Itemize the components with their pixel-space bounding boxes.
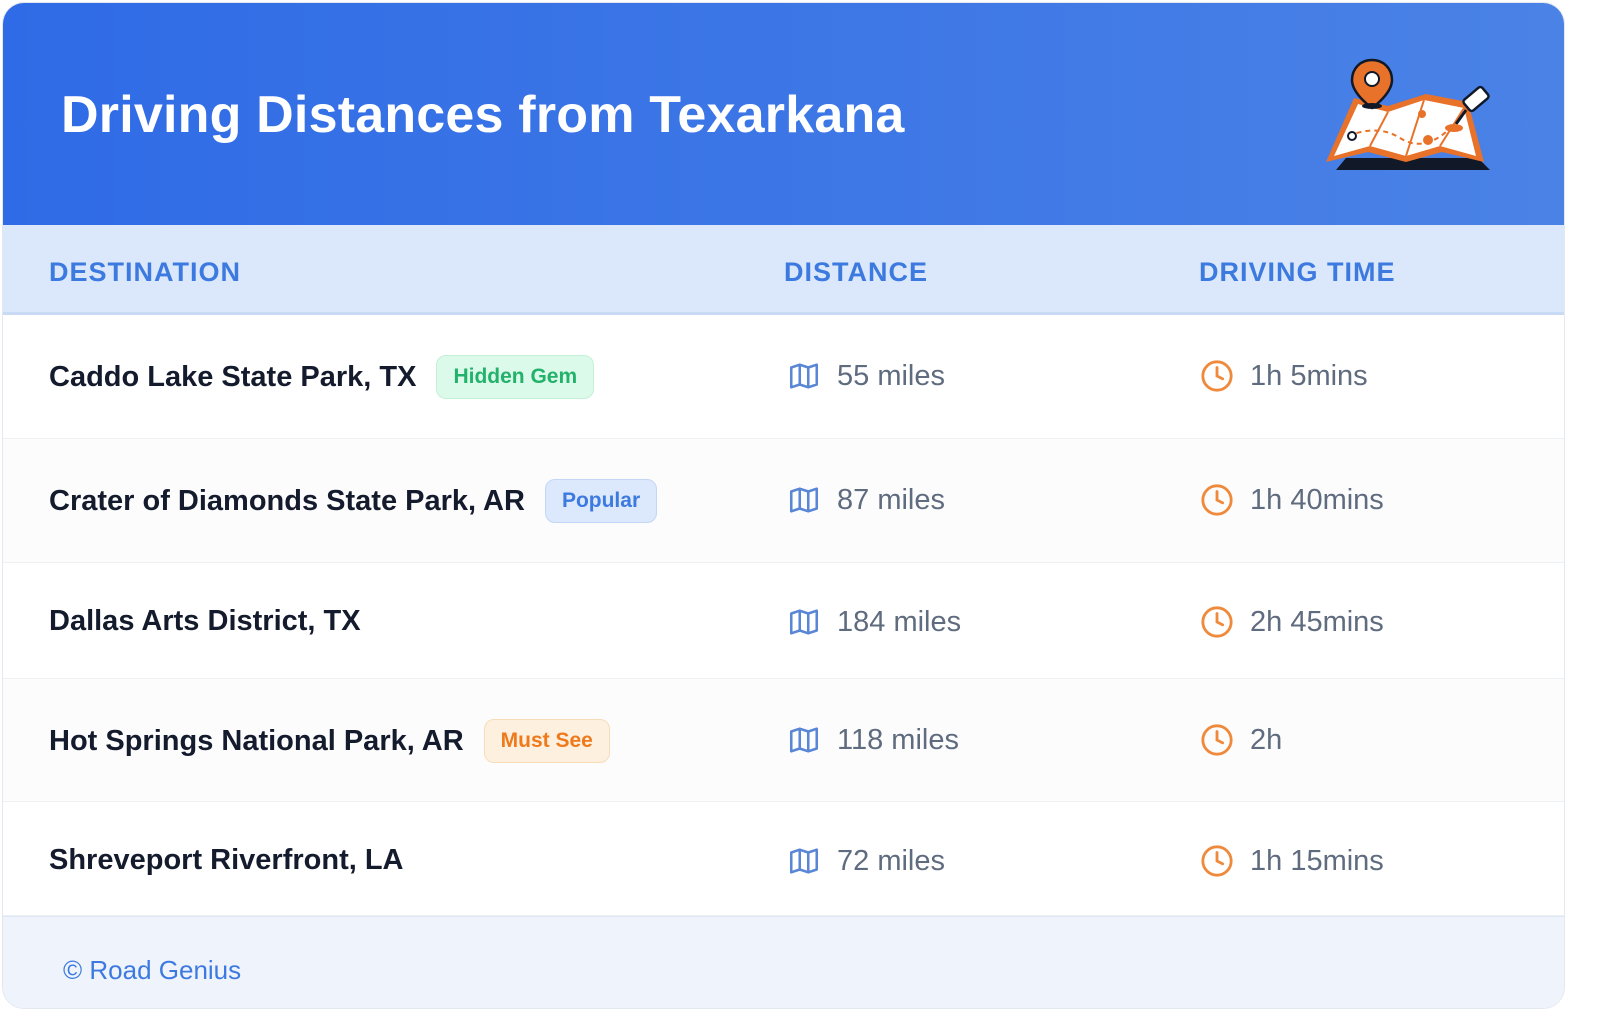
footer: © Road Genius: [3, 916, 1564, 1008]
distance-value: 72 miles: [837, 844, 945, 877]
destination-name: Dallas Arts District, TX: [49, 605, 361, 637]
page-title: Driving Distances from Texarkana: [61, 86, 905, 144]
footer-credit: © Road Genius: [63, 955, 242, 985]
badge-must-see: Must See: [483, 719, 610, 763]
badge-popular: Popular: [544, 479, 658, 523]
column-header-driving-time: DRIVING TIME: [1199, 257, 1396, 287]
map-icon: [789, 609, 819, 635]
map-icon: [789, 848, 819, 874]
distance-value: 184 miles: [837, 605, 962, 638]
map-icon: [789, 487, 819, 513]
destination-name: Caddo Lake State Park, TX: [49, 360, 417, 393]
map-illustration-icon: [1326, 58, 1490, 170]
driving-time-value: 2h: [1250, 723, 1283, 756]
destination-name: Hot Springs National Park, AR: [49, 724, 464, 757]
table-row: Shreveport Riverfront, LA 72 miles 1h 15…: [3, 802, 1564, 916]
badge-hidden-gem: Hidden Gem: [436, 355, 595, 399]
clock-icon: [1201, 360, 1233, 392]
distance-value: 87 miles: [837, 483, 945, 516]
destination-name: Shreveport Riverfront, LA: [49, 844, 404, 876]
table-row: Dallas Arts District, TX 184 miles 2h 45…: [3, 563, 1564, 679]
clock-icon: [1201, 606, 1233, 638]
distances-card: Driving Distances from Texarkana DESTINA…: [2, 2, 1565, 1009]
map-icon: [789, 727, 819, 753]
clock-icon: [1201, 724, 1233, 756]
header-banner: Driving Distances from Texarkana: [3, 3, 1564, 225]
column-header-destination: DESTINATION: [49, 257, 241, 287]
distance-value: 118 miles: [837, 723, 959, 756]
driving-time-value: 1h 15mins: [1250, 844, 1384, 877]
driving-time-value: 2h 45mins: [1250, 605, 1384, 638]
table-row: Caddo Lake State Park, TX Hidden Gem 55 …: [3, 315, 1564, 439]
driving-time-value: 1h 40mins: [1250, 483, 1384, 516]
table-header: DESTINATION DISTANCE DRIVING TIME: [3, 225, 1564, 315]
driving-time-value: 1h 5mins: [1250, 359, 1368, 392]
table-row: Crater of Diamonds State Park, AR Popula…: [3, 439, 1564, 563]
column-header-distance: DISTANCE: [784, 257, 929, 287]
distance-value: 55 miles: [837, 359, 945, 392]
destination-name: Crater of Diamonds State Park, AR: [49, 484, 525, 517]
clock-icon: [1201, 845, 1233, 877]
clock-icon: [1201, 484, 1233, 516]
map-icon: [789, 363, 819, 389]
table-row: Hot Springs National Park, AR Must See 1…: [3, 679, 1564, 802]
